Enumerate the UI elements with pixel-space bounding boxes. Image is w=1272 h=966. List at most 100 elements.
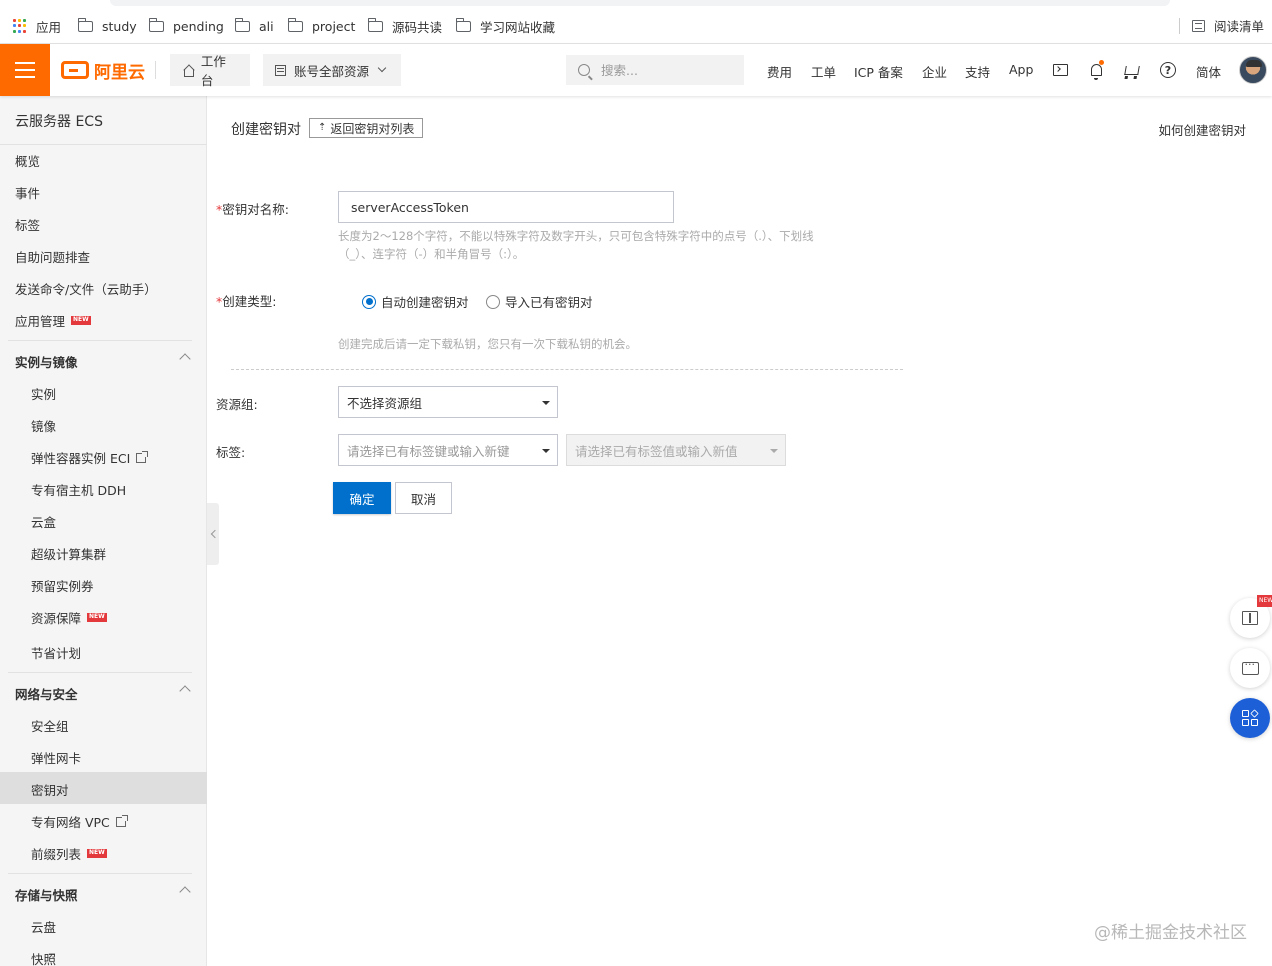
sidebar-item-super-computing[interactable]: 超级计算集群 — [31, 544, 106, 563]
folder-icon — [287, 17, 303, 32]
reading-list[interactable]: 阅读清单 — [1178, 16, 1264, 35]
how-to-create-link[interactable]: 如何创建密钥对 — [1158, 120, 1246, 139]
bookmark-project[interactable]: project — [287, 16, 356, 36]
sidebar-item-app-management[interactable]: 应用管理 NEW — [15, 311, 91, 330]
sidebar-group-instances-images[interactable]: 实例与镜像 — [15, 352, 78, 371]
radio-auto-create[interactable]: 自动创建密钥对 — [362, 292, 469, 311]
radio-unchecked-icon — [486, 294, 500, 309]
chevron-up-icon[interactable] — [179, 886, 191, 898]
sidebar-group-storage-snapshots[interactable]: 存储与快照 — [15, 885, 78, 904]
sidebar-item-label: 事件 — [15, 186, 41, 201]
sidebar-item-disks[interactable]: 云盘 — [31, 917, 56, 936]
sidebar-item-overview[interactable]: 概览 — [15, 151, 40, 170]
sidebar: 云服务器 ECS 概览 事件 标签 自助问题排查 发送命令/文件（云助手） 应用… — [0, 96, 207, 966]
hint-line: （_）、连字符（-）和半角冒号（:）。 — [338, 247, 525, 261]
field-label-text: 创建类型: — [222, 294, 277, 309]
key-pair-name-input[interactable] — [338, 191, 674, 223]
cancel-button[interactable]: 取消 — [395, 482, 452, 514]
radio-checked-icon — [362, 294, 376, 309]
sidebar-item-label: 云盘 — [31, 920, 57, 935]
back-button-label: 返回密钥对列表 — [330, 121, 415, 136]
sidebar-item-images[interactable]: 镜像 — [31, 416, 56, 435]
radio-import-existing[interactable]: 导入已有密钥对 — [486, 292, 593, 311]
chat-icon — [1241, 658, 1259, 675]
bookmark-label: project — [312, 18, 356, 34]
radio-label: 导入已有密钥对 — [505, 295, 593, 310]
sidebar-item-savings-plan[interactable]: 节省计划 — [31, 643, 81, 662]
folder-icon — [234, 17, 250, 32]
reading-list-label: 阅读清单 — [1213, 19, 1264, 34]
help-icon[interactable]: ? — [1159, 61, 1177, 79]
sidebar-item-resource-assurance[interactable]: 资源保障 NEW — [31, 608, 107, 627]
sidebar-collapse-handle[interactable] — [207, 503, 219, 565]
confirm-button[interactable]: 确定 — [333, 482, 391, 514]
folder-icon — [148, 17, 164, 32]
sidebar-item-eci[interactable]: 弹性容器实例 ECI — [31, 448, 149, 467]
bookmark-ali[interactable]: ali — [234, 16, 274, 36]
sidebar-item-label: 专有宿主机 DDH — [31, 483, 127, 498]
sidebar-item-label: 资源保障 — [31, 611, 82, 626]
sidebar-item-cloud-box[interactable]: 云盒 — [31, 512, 56, 531]
sidebar-item-tags[interactable]: 标签 — [15, 215, 40, 234]
sidebar-item-key-pairs[interactable]: 密钥对 — [31, 780, 69, 799]
workbench-button[interactable]: 工作台 — [170, 54, 250, 88]
sidebar-item-prefix-lists[interactable]: 前缀列表 NEW — [31, 844, 107, 863]
nav-link-icp[interactable]: ICP 备案 — [854, 62, 903, 81]
nav-link-tickets[interactable]: 工单 — [811, 62, 836, 81]
sidebar-group-network-security[interactable]: 网络与安全 — [15, 684, 78, 703]
sidebar-item-self-diagnosis[interactable]: 自助问题排查 — [15, 247, 90, 266]
tag-key-select[interactable]: 请选择已有标签键或输入新键 — [338, 434, 558, 466]
sidebar-item-label: 弹性容器实例 ECI — [31, 451, 131, 466]
sidebar-item-cloud-assistant[interactable]: 发送命令/文件（云助手） — [15, 279, 157, 298]
resource-group-select[interactable]: 不选择资源组 — [338, 386, 558, 418]
bookmark-apps[interactable]: 应用 — [13, 16, 61, 36]
new-badge: NEW — [1257, 595, 1272, 607]
sidebar-item-security-groups[interactable]: 安全组 — [31, 716, 69, 735]
bookmark-label: 学习网站收藏 — [480, 19, 556, 35]
nav-link-enterprise[interactable]: 企业 — [922, 62, 947, 81]
back-to-list-button[interactable]: ⇡ 返回密钥对列表 — [309, 118, 424, 138]
sidebar-item-label: 弹性网卡 — [31, 751, 82, 766]
sidebar-item-ddh[interactable]: 专有宿主机 DDH — [31, 480, 126, 499]
cart-icon[interactable] — [1123, 61, 1141, 79]
external-link-icon — [136, 450, 149, 463]
bookmark-label: 源码共读 — [392, 19, 443, 35]
language-switch[interactable]: 简体 — [1196, 62, 1221, 81]
sidebar-item-snapshots[interactable]: 快照 — [31, 949, 56, 966]
search-input[interactable] — [601, 62, 731, 78]
nav-link-fees[interactable]: 费用 — [767, 62, 792, 81]
sidebar-item-label: 自助问题排查 — [15, 250, 91, 265]
bookmark-apps-label: 应用 — [36, 19, 62, 35]
tag-value-select[interactable]: 请选择已有标签值或输入新值 — [566, 434, 786, 466]
creation-type-hint: 创建完成后请一定下载私钥，您只有一次下载私钥的机会。 — [338, 337, 637, 351]
terminal-icon[interactable] — [1051, 61, 1069, 79]
menu-icon[interactable] — [0, 44, 50, 96]
sidebar-item-events[interactable]: 事件 — [15, 183, 40, 202]
bookmark-study[interactable]: study — [77, 16, 137, 36]
bookmark-source-reading[interactable]: 源码共读 — [367, 16, 443, 36]
folder-icon — [455, 17, 471, 32]
feedback-float-button[interactable] — [1230, 648, 1270, 688]
bookmark-pending[interactable]: pending — [148, 16, 224, 36]
bookmark-learning-sites[interactable]: 学习网站收藏 — [455, 16, 556, 36]
page-title: 创建密钥对 — [231, 122, 301, 138]
sidebar-item-vpc[interactable]: 专有网络 VPC — [31, 812, 128, 831]
global-search[interactable] — [566, 55, 744, 85]
field-label-text: 密钥对名称: — [222, 202, 289, 217]
sidebar-group-label: 网络与安全 — [15, 687, 78, 702]
address-bar-edge — [110, 0, 1170, 6]
resources-dropdown[interactable]: 账号全部资源 — [263, 54, 401, 86]
nav-link-app[interactable]: App — [1009, 62, 1033, 77]
bell-icon[interactable] — [1087, 60, 1105, 80]
sidebar-item-instances[interactable]: 实例 — [31, 384, 56, 403]
nav-link-support[interactable]: 支持 — [965, 62, 990, 81]
sidebar-item-eni[interactable]: 弹性网卡 — [31, 748, 81, 767]
chevron-up-icon[interactable] — [179, 353, 191, 365]
aliyun-logo[interactable]: 阿里云 — [61, 59, 145, 83]
chevron-up-icon[interactable] — [179, 685, 191, 697]
sidebar-item-reserved-instances[interactable]: 预留实例券 — [31, 576, 94, 595]
apps-icon — [1242, 709, 1259, 726]
bookmarks-bar: 应用 study pending ali project 源码共读 学习网站收藏… — [0, 0, 1272, 44]
apps-float-button[interactable] — [1230, 698, 1270, 738]
avatar[interactable] — [1239, 56, 1267, 84]
